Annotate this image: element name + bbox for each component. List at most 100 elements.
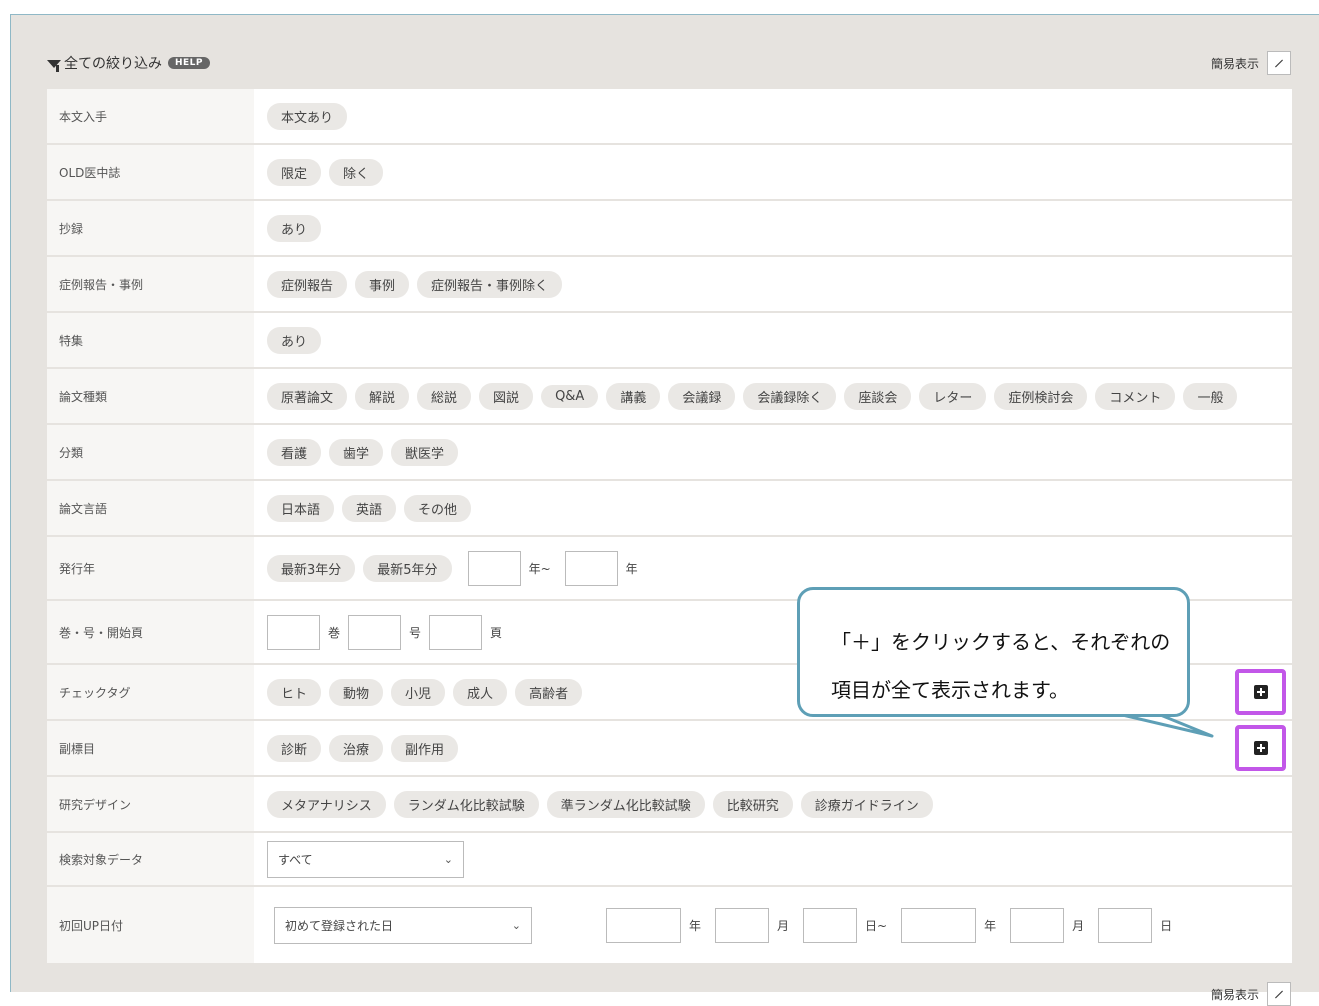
chip-type-6[interactable]: 会議録	[668, 382, 736, 410]
chip-type-7[interactable]: 会議録除く	[743, 382, 837, 410]
chip-category-1[interactable]: 歯学	[329, 438, 384, 466]
row-label: 研究デザイン	[47, 777, 254, 831]
chip-design-3[interactable]: 比較研究	[712, 790, 793, 818]
chip-design-0[interactable]: メタアナリシス	[267, 790, 386, 818]
chip-abstract-0[interactable]: あり	[267, 214, 322, 242]
chip-checktag-1[interactable]: 動物	[329, 678, 384, 706]
row-label: 論文言語	[47, 481, 254, 535]
chip-type-4[interactable]: Q&A	[541, 384, 599, 408]
year-to-unit: 年	[625, 561, 638, 576]
row-category: 分類 看護 歯学 獣医学	[47, 425, 1292, 481]
row-options: 限定 除く	[254, 145, 1292, 199]
chip-old-0[interactable]: 限定	[267, 158, 322, 186]
year-from-input[interactable]	[467, 550, 521, 586]
chip-language-0[interactable]: 日本語	[267, 494, 335, 522]
row-label: 特集	[47, 313, 254, 367]
filter-table: 本文入手 本文あり OLD医中誌 限定 除く 抄録 あり 症例報告・事例 症例報…	[47, 89, 1292, 963]
row-label: 論文種類	[47, 369, 254, 423]
firstup-month-from-input[interactable]	[715, 907, 770, 943]
row-label: 発行年	[47, 537, 254, 599]
row-label: 抄録	[47, 201, 254, 255]
firstup-month-to-input[interactable]	[1010, 907, 1065, 943]
row-options: 看護 歯学 獣医学	[254, 425, 1292, 479]
chip-subheading-1[interactable]: 治療	[329, 734, 384, 762]
expand-checktag-button[interactable]	[1235, 669, 1286, 715]
chip-case-0[interactable]: 症例報告	[267, 270, 348, 298]
row-type: 論文種類 原著論文 解説 総説 図説 Q&A 講義 会議録 会議録除く 座談会 …	[47, 369, 1292, 425]
chip-old-1[interactable]: 除く	[329, 158, 384, 186]
firstup-day2-unit: 日	[1160, 918, 1173, 933]
row-label: 巻・号・開始頁	[47, 601, 254, 663]
firstup-year-to-input[interactable]	[901, 907, 977, 943]
chip-case-1[interactable]: 事例	[355, 270, 410, 298]
issue-input[interactable]	[348, 614, 402, 650]
chip-language-1[interactable]: 英語	[342, 494, 397, 522]
chip-case-2[interactable]: 症例報告・事例除く	[417, 270, 563, 298]
firstup-day-from-input[interactable]	[803, 907, 858, 943]
chip-type-1[interactable]: 解説	[355, 382, 410, 410]
chip-language-2[interactable]: その他	[404, 494, 472, 522]
plus-icon	[1253, 741, 1268, 755]
row-options: 日本語 英語 その他	[254, 481, 1292, 535]
chip-design-1[interactable]: ランダム化比較試験	[393, 790, 539, 818]
compress-icon[interactable]	[1267, 982, 1291, 1006]
chip-type-2[interactable]: 総説	[417, 382, 472, 410]
volume-input[interactable]	[267, 614, 320, 650]
chip-year-1[interactable]: 最新5年分	[363, 554, 452, 582]
chip-subheading-2[interactable]: 副作用	[391, 734, 459, 762]
row-label: チェックタグ	[47, 665, 254, 719]
row-options: すべて ⌄	[254, 833, 1292, 885]
row-label: 副標目	[47, 721, 254, 775]
year-from-unit: 年~	[528, 561, 551, 576]
simple-view-label: 簡易表示	[1210, 987, 1259, 1002]
firstup-year-from-input[interactable]	[606, 907, 681, 943]
row-options: あり	[254, 313, 1292, 367]
page-unit: 頁	[490, 625, 503, 640]
chip-type-10[interactable]: 症例検討会	[994, 382, 1088, 410]
chip-design-2[interactable]: 準ランダム化比較試験	[546, 790, 705, 818]
panel-header: 全ての絞り込み HELP 簡易表示	[11, 15, 1319, 89]
row-old: OLD医中誌 限定 除く	[47, 145, 1292, 201]
chip-special-0[interactable]: あり	[267, 326, 322, 354]
chip-year-0[interactable]: 最新3年分	[267, 554, 356, 582]
chip-subheading-0[interactable]: 診断	[267, 734, 322, 762]
chip-type-9[interactable]: レター	[919, 382, 987, 410]
firstup-select-value: 初めて登録された日	[285, 918, 394, 933]
chip-category-2[interactable]: 獣医学	[391, 438, 459, 466]
chip-checktag-0[interactable]: ヒト	[267, 678, 322, 706]
chip-type-0[interactable]: 原著論文	[267, 382, 348, 410]
firstup-month-unit: 月	[777, 918, 790, 933]
simple-view-toggle-bottom[interactable]: 簡易表示	[1211, 982, 1291, 1006]
chip-design-4[interactable]: 診療ガイドライン	[800, 790, 933, 818]
chip-type-11[interactable]: コメント	[1095, 382, 1176, 410]
chip-type-3[interactable]: 図説	[479, 382, 534, 410]
row-options: メタアナリシス ランダム化比較試験 準ランダム化比較試験 比較研究 診療ガイドラ…	[254, 777, 1292, 831]
chip-category-0[interactable]: 看護	[267, 438, 322, 466]
firstup-day-to-input[interactable]	[1098, 907, 1153, 943]
firstup-select[interactable]: 初めて登録された日 ⌄	[274, 906, 532, 944]
issue-unit: 号	[409, 625, 422, 640]
row-label: 本文入手	[47, 89, 254, 143]
year-to-input[interactable]	[564, 550, 618, 586]
chip-checktag-3[interactable]: 成人	[453, 678, 508, 706]
target-select[interactable]: すべて ⌄	[267, 840, 464, 878]
row-fulltext: 本文入手 本文あり	[47, 89, 1292, 145]
expand-subheading-button[interactable]	[1235, 725, 1286, 771]
simple-view-toggle[interactable]: 簡易表示	[1211, 51, 1291, 75]
callout-line-2: 項目が全て表示されます。	[831, 678, 1069, 702]
chip-fulltext-0[interactable]: 本文あり	[267, 102, 348, 130]
chip-type-12[interactable]: 一般	[1183, 382, 1238, 410]
firstup-year2-unit: 年	[984, 918, 997, 933]
chip-type-5[interactable]: 講義	[606, 382, 661, 410]
row-options: 初めて登録された日 ⌄ 年 月 日~ 年 月 日	[254, 887, 1292, 963]
compress-icon[interactable]	[1267, 51, 1291, 75]
chip-checktag-4[interactable]: 高齢者	[515, 678, 583, 706]
row-options: あり	[254, 201, 1292, 255]
chip-checktag-2[interactable]: 小児	[391, 678, 446, 706]
chip-type-8[interactable]: 座談会	[844, 382, 912, 410]
page-input[interactable]	[429, 614, 483, 650]
help-badge[interactable]: HELP	[168, 57, 211, 69]
row-language: 論文言語 日本語 英語 その他	[47, 481, 1292, 537]
chevron-down-icon: ⌄	[511, 918, 521, 932]
row-firstup: 初回UP日付 初めて登録された日 ⌄ 年 月 日~ 年 月 日	[47, 887, 1292, 963]
